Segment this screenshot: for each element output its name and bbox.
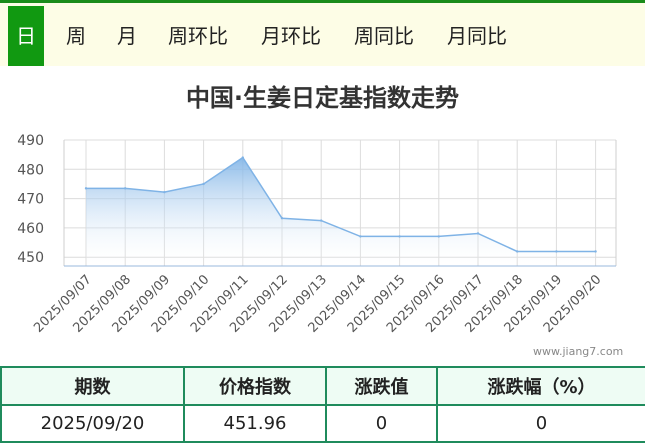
data-point <box>359 235 362 238</box>
y-tick-label: 460 <box>17 221 44 237</box>
summary-table: 期数 价格指数 涨跌值 涨跌幅（%） 2025/09/20 451.96 0 0 <box>0 366 645 443</box>
data-point <box>320 219 323 222</box>
cell-price-index: 451.96 <box>183 404 327 443</box>
cell-change-percent: 0 <box>436 404 645 443</box>
data-point <box>516 250 519 253</box>
data-point <box>124 187 127 190</box>
header-change-percent: 涨跌幅（%） <box>436 366 645 406</box>
cell-change-value: 0 <box>325 404 438 443</box>
y-tick-label: 480 <box>17 162 44 178</box>
data-point <box>555 250 558 253</box>
data-point <box>84 187 88 190</box>
header-price-index: 价格指数 <box>183 366 327 406</box>
y-tick-label: 470 <box>17 192 44 208</box>
watermark: www.jiang7.com <box>533 345 624 358</box>
header-change-value: 涨跌值 <box>325 366 438 406</box>
data-point <box>163 190 166 194</box>
y-tick-label: 450 <box>17 250 44 266</box>
series-area <box>86 157 596 266</box>
data-point <box>241 156 244 159</box>
table-row: 2025/09/20 451.96 0 0 <box>0 404 645 443</box>
data-point <box>594 250 597 253</box>
table-header-row: 期数 价格指数 涨跌值 涨跌幅（%） <box>0 366 645 406</box>
header-period: 期数 <box>0 366 185 406</box>
data-point <box>437 235 440 238</box>
cell-period: 2025/09/20 <box>0 404 185 443</box>
data-point <box>398 235 401 238</box>
data-point <box>280 217 284 220</box>
y-tick-label: 490 <box>17 133 44 149</box>
data-point <box>202 182 205 186</box>
data-point <box>476 232 480 235</box>
area-layer <box>84 156 597 266</box>
